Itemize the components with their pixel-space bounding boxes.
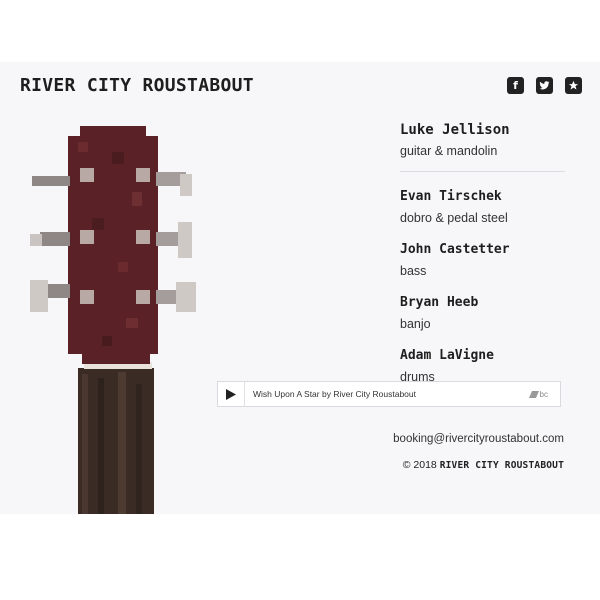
- band-members: Luke Jellison guitar & mandolin Evan Tir…: [400, 122, 568, 401]
- member-role: banjo: [400, 317, 431, 331]
- bandcamp-logo-text: bc: [539, 389, 548, 399]
- member-name: John Castetter: [400, 242, 510, 257]
- member-item: Luke Jellison guitar & mandolin: [400, 122, 568, 159]
- copyright-year: © 2018: [402, 459, 437, 471]
- site-frame: RIVER CITY ROUSTABOUT f Luke Jellison gu…: [0, 62, 600, 514]
- facebook-icon[interactable]: f: [507, 77, 524, 94]
- bandcamp-player: Wish Upon A Star by River City Roustabou…: [217, 381, 561, 407]
- divider: [400, 171, 565, 172]
- bandcamp-logo[interactable]: bc: [528, 389, 560, 399]
- member-item: Evan Tirschek dobro & pedal steel: [400, 189, 568, 226]
- bandcamp-icon: [528, 390, 539, 398]
- booking-email-link[interactable]: booking@rivercityroustabout.com: [393, 433, 564, 445]
- member-name: Evan Tirschek: [400, 189, 502, 204]
- member-item: John Castetter bass: [400, 242, 568, 279]
- pixel-guitar-art: [30, 126, 196, 514]
- social-links: f: [507, 77, 582, 94]
- member-name: Luke Jellison: [400, 122, 510, 138]
- member-item: Adam LaVigne drums: [400, 348, 568, 385]
- member-name: Bryan Heeb: [400, 295, 479, 310]
- member-role: bass: [400, 264, 427, 278]
- star-icon[interactable]: [565, 77, 582, 94]
- copyright-name: RIVER CITY ROUSTABOUT: [439, 460, 564, 471]
- copyright: © 2018 RIVER CITY ROUSTABOUT: [403, 459, 564, 471]
- member-name: Adam LaVigne: [400, 348, 494, 363]
- guitar-neck: [78, 368, 154, 514]
- play-button[interactable]: [218, 382, 245, 406]
- track-title[interactable]: Wish Upon A Star by River City Roustabou…: [245, 389, 529, 399]
- play-icon: [226, 388, 236, 400]
- guitar-headstock-image: [22, 122, 202, 514]
- member-item: Bryan Heeb banjo: [400, 295, 568, 332]
- site-title[interactable]: RIVER CITY ROUSTABOUT: [20, 75, 254, 96]
- twitter-icon[interactable]: [536, 77, 553, 94]
- member-role: guitar & mandolin: [400, 144, 498, 158]
- member-role: dobro & pedal steel: [400, 211, 508, 225]
